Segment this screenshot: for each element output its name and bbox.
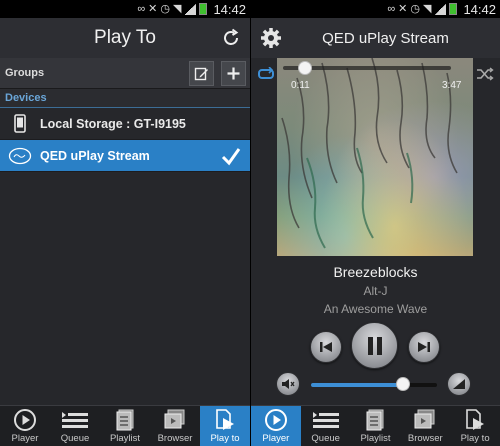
tab-label: Playlist — [109, 433, 141, 444]
volume-slider[interactable] — [311, 383, 437, 387]
refresh-icon — [224, 28, 239, 45]
volume-knob[interactable] — [396, 377, 410, 391]
pause-icon — [367, 336, 382, 355]
browser-icon — [164, 409, 185, 429]
tab-label: Play to — [210, 433, 240, 444]
alarm-icon: ◷ — [160, 2, 170, 15]
tab-label: Browser — [157, 433, 193, 444]
wifi-icon: ◥ — [422, 2, 432, 15]
play-to-screen: ∞ ✕ ◷ ◥ 14:42 Play To Groups Devices Loc… — [0, 0, 250, 446]
phone-icon — [14, 114, 26, 133]
add-group-button[interactable] — [221, 61, 246, 86]
repeat-icon[interactable] — [257, 67, 275, 81]
device-item-local-storage[interactable]: Local Storage : GT-I9195 — [0, 108, 250, 140]
player-icon — [14, 409, 36, 431]
playlist-icon — [116, 409, 134, 431]
tab-browser[interactable]: Browser — [150, 406, 200, 446]
queue-icon — [62, 412, 88, 428]
signal-icon — [184, 3, 197, 15]
qed-uplay-logo-icon — [8, 147, 32, 164]
checkmark-icon — [221, 148, 241, 166]
play-to-icon — [216, 409, 234, 430]
device-name: Local Storage : GT-I9195 — [40, 116, 186, 131]
player-icon — [264, 409, 287, 431]
tab-player[interactable]: Player — [0, 406, 50, 446]
gear-icon — [261, 28, 281, 48]
tab-play-to[interactable]: Play to — [450, 406, 500, 446]
voicemail-icon: ∞ — [387, 2, 396, 15]
status-time: 14:42 — [463, 1, 496, 17]
tab-playlist[interactable]: Playlist — [351, 406, 401, 446]
devices-header: Devices — [0, 89, 250, 108]
play-to-title-bar: Play To — [0, 18, 250, 58]
edit-icon — [194, 67, 208, 81]
status-time: 14:42 — [213, 1, 246, 17]
alarm-icon: ◷ — [410, 2, 420, 15]
tab-label: Queue — [60, 433, 90, 444]
edit-group-button[interactable] — [189, 61, 214, 86]
playlist-icon — [366, 409, 384, 431]
tab-label: Play to — [460, 433, 490, 444]
volume-mute-icon — [282, 379, 295, 389]
volume-down-button[interactable] — [276, 372, 300, 396]
device-title: QED uPlay Stream — [322, 29, 449, 47]
battery-icon — [449, 3, 458, 15]
total-time: 3:47 — [442, 80, 462, 91]
page-title: Play To — [94, 27, 156, 48]
tab-label: Browser — [407, 433, 443, 444]
device-item-qed-uplay[interactable]: QED uPlay Stream — [0, 140, 250, 172]
status-bar: ∞ ✕ ◷ ◥ 14:42 — [0, 0, 250, 18]
elapsed-time: 0:11 — [291, 80, 310, 91]
tab-queue[interactable]: Queue — [301, 406, 351, 446]
plus-icon — [227, 67, 240, 80]
wifi-icon: ◥ — [172, 2, 182, 15]
tab-label: Playlist — [360, 433, 391, 444]
tab-queue[interactable]: Queue — [50, 406, 100, 446]
play-to-icon — [466, 409, 485, 430]
tab-label: Player — [11, 433, 39, 444]
volume-up-icon — [453, 379, 465, 389]
battery-icon — [199, 3, 208, 15]
mute-icon: ✕ — [398, 2, 408, 15]
player-title-bar: QED uPlay Stream — [251, 18, 500, 58]
tab-label: Player — [262, 433, 290, 444]
pause-button[interactable] — [351, 322, 398, 369]
tab-label: Queue — [311, 433, 340, 444]
tab-browser[interactable]: Browser — [400, 406, 450, 446]
queue-icon — [312, 412, 339, 428]
status-bar: ∞ ✕ ◷ ◥ 14:42 — [251, 0, 500, 18]
previous-button[interactable] — [310, 331, 342, 363]
shuffle-icon[interactable] — [476, 67, 494, 81]
seek-knob[interactable] — [298, 61, 312, 75]
tab-player[interactable]: Player — [251, 406, 301, 446]
voicemail-icon: ∞ — [137, 2, 146, 15]
bottom-tab-bar: Player Queue Playlist Browser Play to — [0, 405, 250, 446]
track-album: An Awesome Wave — [323, 302, 428, 316]
next-button[interactable] — [408, 331, 440, 363]
player-screen: ∞ ✕ ◷ ◥ 14:42 QED uPlay Stream 0:11 3:47… — [251, 0, 500, 446]
settings-button[interactable] — [259, 26, 283, 50]
tab-playlist[interactable]: Playlist — [100, 406, 150, 446]
mute-icon: ✕ — [148, 2, 158, 15]
next-icon — [418, 342, 430, 352]
track-artist: Alt-J — [363, 284, 388, 298]
groups-header: Groups — [0, 58, 250, 89]
devices-label: Devices — [5, 92, 47, 104]
groups-label: Groups — [5, 67, 45, 79]
refresh-button[interactable] — [220, 27, 242, 49]
browser-icon — [414, 409, 435, 429]
device-name: QED uPlay Stream — [40, 148, 150, 163]
signal-icon — [434, 3, 447, 15]
volume-up-button[interactable] — [447, 372, 471, 396]
track-title: Breezeblocks — [333, 264, 418, 280]
volume-fill — [311, 383, 400, 387]
previous-icon — [320, 342, 332, 352]
bottom-tab-bar: Player Queue Playlist Browser Play to — [251, 405, 500, 446]
tab-play-to[interactable]: Play to — [200, 406, 250, 446]
